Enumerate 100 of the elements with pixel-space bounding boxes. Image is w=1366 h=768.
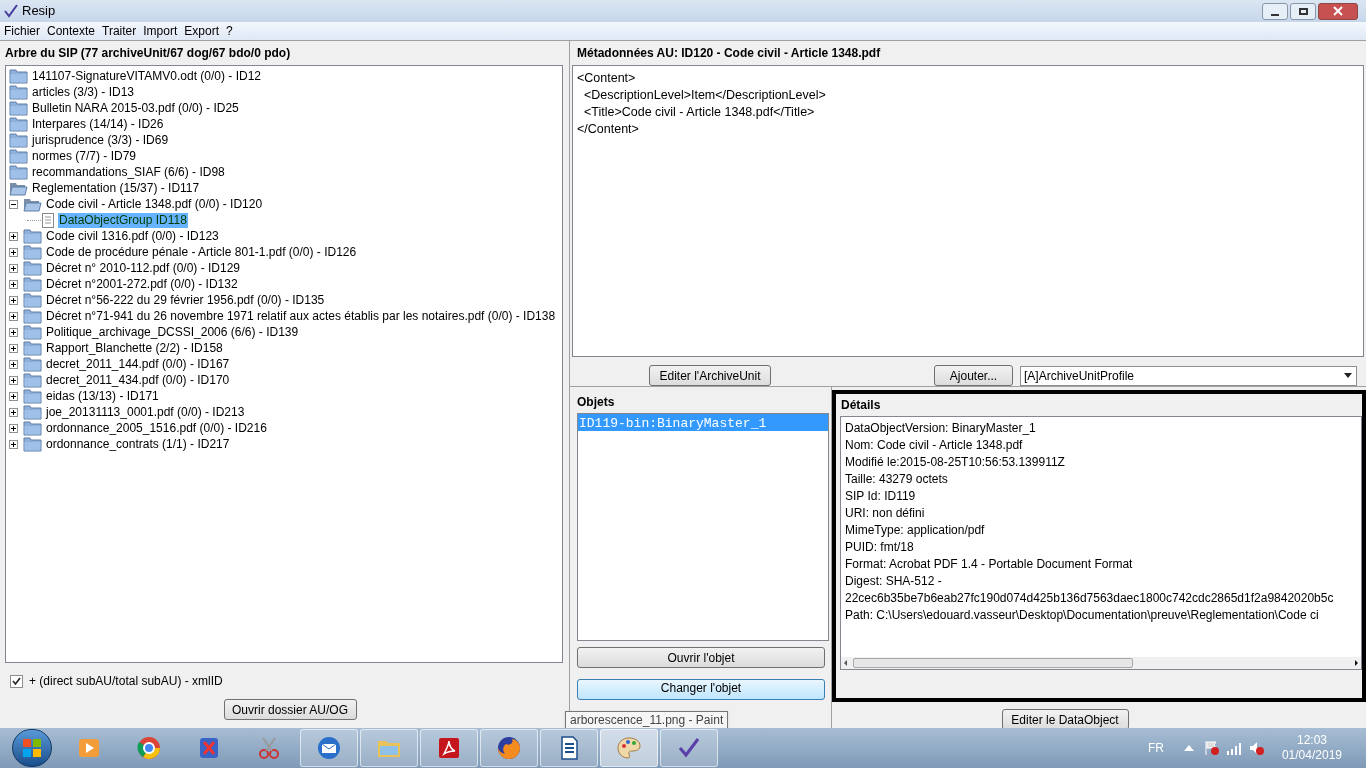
tree-item[interactable]: Rapport_Blanchette (2/2) - ID158 [45, 340, 224, 356]
folder-icon [23, 436, 42, 452]
tree-item[interactable]: Code de procédure pénale - Article 801-1.pdf (0/0) - ID126 [45, 244, 358, 260]
tree-item[interactable]: DataObjectGroup ID118 [58, 212, 188, 228]
expander-icon[interactable] [9, 423, 18, 433]
menu-item[interactable]: Fichier [4, 22, 40, 40]
code-line: <Title>Code civil - Article 1348.pdf</Title> [582, 104, 816, 121]
open-folder-icon [23, 196, 42, 212]
tree-item[interactable]: Politique_archivage_DCSSI_2006 (6/6) - ID139 [45, 324, 300, 340]
edit-archive-unit-button[interactable]: Editer l'ArchiveUnit [649, 365, 771, 386]
detail-line: DataObjectVersion: BinaryMaster_1 [845, 420, 1036, 437]
detail-line: Nom: Code civil - Article 1348.pdf [845, 437, 1023, 454]
tree-item[interactable]: Bulletin NARA 2015-03.pdf (0/0) - ID25 [31, 100, 240, 116]
xml-editor[interactable]: <Content> <DescriptionLevel>Item</DescriptionLevel> <Title>Code civil - Article 1348.pdf</Title> </Content> [572, 65, 1364, 357]
folder-icon [23, 372, 42, 388]
code-line: </Content> [577, 121, 640, 138]
menu-item[interactable]: ? [226, 22, 233, 40]
expander-icon[interactable] [9, 327, 18, 337]
detail-line: 22cec6b35be7b6eab27fc190d074d425b136d7563daec1800c742cdc2865d1f2a9842020b5c [845, 590, 1334, 607]
menu-item[interactable]: Export [184, 22, 219, 40]
folder-icon [23, 404, 42, 420]
menu-item[interactable]: Traiter [102, 22, 137, 40]
caret-icon [1344, 373, 1352, 378]
folder-icon [23, 228, 42, 244]
tree-item[interactable]: ordonnance_contrats (1/1) - ID217 [45, 436, 231, 452]
tree-item[interactable]: Décret n°2001-272.pdf (0/0) - ID132 [45, 276, 239, 292]
tree-item[interactable]: jurisprudence (3/3) - ID69 [31, 132, 170, 148]
tree-item[interactable]: Reglementation (15/37) - ID117 [31, 180, 201, 196]
close-button[interactable] [1318, 2, 1358, 20]
expander-icon[interactable] [9, 343, 18, 353]
detail-line: MimeType: application/pdf [845, 522, 985, 539]
checkmark-icon[interactable] [660, 729, 718, 767]
add-button[interactable]: Ajouter... [934, 365, 1013, 386]
expander-icon[interactable] [9, 231, 18, 241]
window-title: Resip [22, 2, 56, 21]
folder-icon [23, 260, 42, 276]
panel-title: Arbre du SIP (77 archiveUnit/67 dog/67 bdo/0 pdo) [5, 45, 292, 62]
expander-icon[interactable] [9, 359, 18, 369]
menu-item[interactable]: Contexte [47, 22, 96, 40]
minimize-button[interactable] [1262, 2, 1288, 20]
flag-icon[interactable] [1203, 740, 1220, 756]
detail-line: Format: Acrobat PDF 1.4 - Portable Document Format [845, 556, 1133, 573]
open-folder-button[interactable]: Ouvrir dossier AU/OG [223, 699, 357, 720]
start-button[interactable] [12, 729, 52, 767]
detail-line: URI: non défini [845, 505, 925, 522]
tree-item[interactable]: decret_2011_434.pdf (0/0) - ID170 [45, 372, 231, 388]
edit-data-object-button[interactable]: Editer le DataObject [1001, 709, 1129, 730]
expander-icon[interactable] [9, 375, 18, 385]
profile-dropdown[interactable]: [A]ArchiveUnitProfile [1020, 365, 1357, 386]
folder-icon [23, 292, 42, 308]
checkbox-label: + (direct subAU/total subAU) - xmlID [29, 673, 223, 690]
tree-item[interactable]: recommandations_SIAF (6/6) - ID98 [31, 164, 226, 180]
detail-line: PUID: fmt/18 [845, 539, 914, 556]
open-object-button[interactable]: Ouvrir l'objet [577, 647, 825, 668]
tree-item[interactable]: Décret n°71-941 du 26 novembre 1971 relatif aux actes établis par les notaires.pdf (0/0) - ID138 [45, 308, 557, 324]
folder-icon [23, 276, 42, 292]
folder-icon [23, 388, 42, 404]
detail-line: SIP Id: ID119 [845, 488, 916, 505]
tree-item[interactable]: decret_2011_144.pdf (0/0) - ID167 [45, 356, 231, 372]
pdf-icon[interactable] [420, 729, 478, 767]
tooltip: arborescence_11.png - Paint [565, 711, 729, 729]
tree-item[interactable]: 141107-SignatureVITAMV0.odt (0/0) - ID12 [31, 68, 262, 84]
code-line: <Content> [577, 70, 637, 87]
expander-icon[interactable] [9, 279, 18, 289]
windows-logo-icon [22, 738, 42, 758]
document-icon[interactable] [540, 729, 598, 767]
expander-icon[interactable] [9, 311, 18, 321]
expander-icon[interactable] [9, 407, 18, 417]
change-object-button[interactable]: Changer l'objet [577, 679, 825, 700]
fox-browser-icon[interactable] [480, 729, 538, 767]
maximize-button[interactable] [1290, 2, 1316, 20]
detail-line: Path: C:\Users\edouard.vasseur\Desktop\Documentation\preuve\Reglementation\Code ci [845, 607, 1319, 624]
tree-item[interactable]: articles (3/3) - ID13 [31, 84, 136, 100]
menu-item[interactable]: Import [143, 22, 178, 40]
mail-icon[interactable] [300, 729, 358, 767]
tree-item[interactable]: Interpares (14/14) - ID26 [31, 116, 165, 132]
tree-item[interactable]: Code civil 1316.pdf (0/0) - ID123 [45, 228, 220, 244]
panel-title: Objets [576, 394, 616, 411]
expander-icon[interactable] [9, 247, 18, 257]
checkbox[interactable] [10, 674, 23, 688]
tree-item[interactable]: eidas (13/13) - ID171 [45, 388, 160, 404]
close-icon [1333, 6, 1343, 16]
folder-icon [23, 340, 42, 356]
tree-item[interactable]: normes (7/7) - ID79 [31, 148, 138, 164]
expander-icon[interactable] [9, 263, 18, 273]
tree-item[interactable]: joe_20131113_0001.pdf (0/0) - ID213 [45, 404, 246, 420]
detail-line: Taille: 43279 octets [845, 471, 948, 488]
tree-item[interactable]: Code civil - Article 1348.pdf (0/0) - ID120 [45, 196, 264, 212]
expander-icon[interactable] [9, 391, 18, 401]
tree-item[interactable]: Décret n° 2010-112.pdf (0/0) - ID129 [45, 260, 241, 276]
horizontal-scrollbar[interactable] [841, 657, 1361, 669]
folder-icon [23, 356, 42, 372]
app-logo-icon [4, 4, 18, 18]
tree-item[interactable]: ordonnance_2005_1516.pdf (0/0) - ID216 [45, 420, 268, 436]
expander-icon[interactable] [9, 439, 18, 449]
expander-icon[interactable] [9, 295, 18, 305]
expander-icon[interactable] [9, 199, 18, 209]
speaker-muted-icon[interactable] [1247, 740, 1264, 756]
folder-icon [23, 420, 42, 436]
tree-item[interactable]: Décret n°56-222 du 29 février 1956.pdf (0/0) - ID135 [45, 292, 326, 308]
